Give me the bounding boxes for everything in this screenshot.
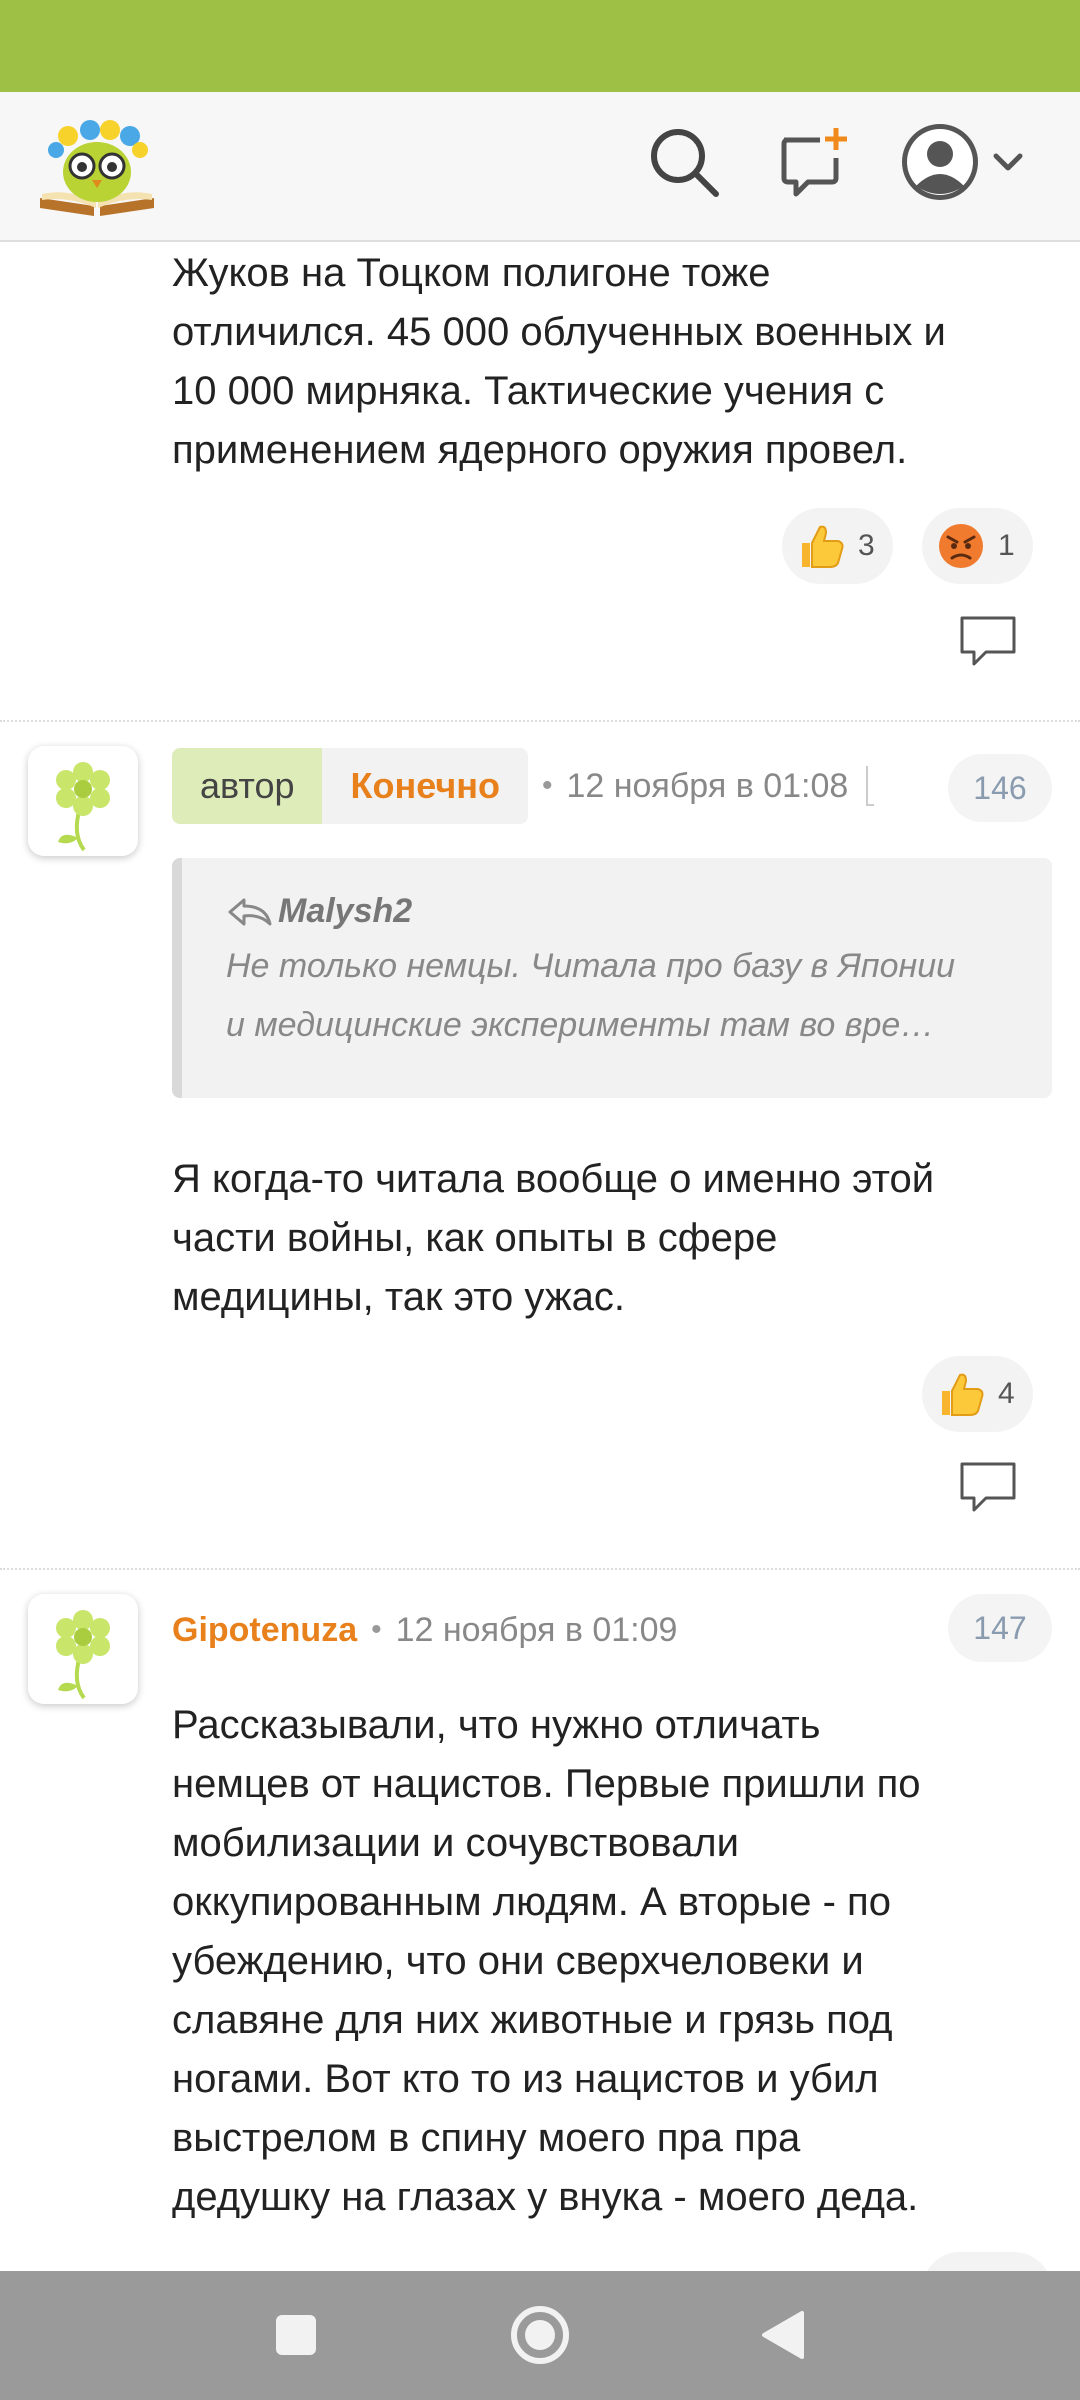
comment-divider bbox=[0, 720, 1080, 722]
text-line: отличился. 45 000 облученных военных и bbox=[172, 310, 946, 354]
system-nav-bar bbox=[0, 2271, 1080, 2400]
text-line: славяне для них животные и грязь под bbox=[172, 1998, 893, 2042]
avatar[interactable] bbox=[28, 1594, 138, 1704]
chevron-down-icon bbox=[993, 153, 1023, 171]
thumbs-up-icon bbox=[936, 1369, 986, 1419]
owl-reading-book-logo[interactable] bbox=[34, 110, 160, 222]
author-role-label: автор bbox=[172, 748, 323, 824]
square-recents-icon[interactable] bbox=[260, 2299, 332, 2371]
text-line: оккупированным людям. А вторые - по bbox=[172, 1880, 891, 1924]
thumbs-up-icon bbox=[796, 521, 846, 571]
quote-text-line: Не только немцы. Читала про базу в Япони… bbox=[226, 947, 956, 985]
circle-home-icon[interactable] bbox=[504, 2299, 576, 2371]
reaction-thumbs-up[interactable]: 3 bbox=[782, 508, 893, 584]
text-line: ногами. Вот кто то из нацистов и убил bbox=[172, 2057, 879, 2101]
text-line: медицины, так это ужас. bbox=[172, 1275, 625, 1319]
comment-time: 12 ноября в 01:08 bbox=[566, 766, 849, 805]
comment-text: Рассказывали, что нужно отличать немцев … bbox=[172, 1696, 921, 2227]
reply-arrow-icon bbox=[228, 898, 272, 925]
edit-marker bbox=[866, 766, 875, 806]
text-line: выстрелом в спину моего пра пра bbox=[172, 2116, 801, 2160]
quote-text-line: и медицинские эксперименты там во вре… bbox=[226, 1006, 935, 1044]
new-message-plus-icon[interactable] bbox=[774, 122, 854, 202]
comment-text: Жуков на Тоцком полигоне тоже отличился.… bbox=[172, 244, 946, 480]
comment-number-badge[interactable]: 147 bbox=[948, 1594, 1052, 1662]
username[interactable]: Gipotenuza bbox=[172, 1611, 357, 1650]
username[interactable]: Конечно bbox=[322, 748, 528, 824]
text-line: мобилизации и сочувствовали bbox=[172, 1821, 739, 1865]
comment-number-badge[interactable]: 146 bbox=[948, 754, 1052, 822]
text-line: 10 000 мирняка. Тактические учения с bbox=[172, 369, 885, 413]
text-line: части войны, как опыты в сфере bbox=[172, 1216, 778, 1260]
text-line: дедушку на глазах у внука - моего деда. bbox=[172, 2175, 919, 2219]
reaction-angry[interactable]: 1 bbox=[922, 508, 1033, 584]
text-line: убеждению, что они сверхчеловеки и bbox=[172, 1939, 864, 1983]
quote-author-name: Malysh2 bbox=[278, 892, 413, 930]
quoted-reply[interactable]: Malysh2 Не только немцы. Читала про базу… bbox=[172, 858, 1052, 1098]
text-line: немцев от нацистов. Первые пришли по bbox=[172, 1762, 921, 1806]
separator-dot: • bbox=[541, 769, 553, 802]
reaction-count: 3 bbox=[858, 529, 875, 562]
reaction-thumbs-up[interactable]: 4 bbox=[922, 1356, 1033, 1432]
reaction-count: 1 bbox=[998, 529, 1015, 562]
comment-meta: Gipotenuza • 12 ноября в 01:09 bbox=[172, 1592, 677, 1668]
reply-icon[interactable] bbox=[956, 1458, 1020, 1518]
avatar[interactable] bbox=[28, 746, 138, 856]
comment-meta: автор Конечно • 12 ноября в 01:08 bbox=[172, 748, 875, 824]
app-header bbox=[0, 92, 1080, 242]
comment-time: 12 ноября в 01:09 bbox=[395, 1610, 678, 1649]
author-badge[interactable]: автор Конечно bbox=[172, 748, 528, 824]
angry-face-icon bbox=[936, 521, 986, 571]
quote-author: Malysh2 bbox=[226, 892, 1052, 931]
text-line: Жуков на Тоцком полигоне тоже bbox=[172, 251, 771, 295]
separator-dot: • bbox=[371, 1613, 382, 1646]
search-icon[interactable] bbox=[644, 122, 724, 202]
reaction-count: 4 bbox=[998, 1377, 1015, 1410]
text-line: Я когда-то читала вообще о именно этой bbox=[172, 1157, 935, 1201]
triangle-back-icon[interactable] bbox=[748, 2299, 820, 2371]
text-line: Рассказывали, что нужно отличать bbox=[172, 1703, 821, 1747]
user-avatar-icon[interactable] bbox=[900, 122, 1030, 202]
reply-icon[interactable] bbox=[956, 612, 1020, 672]
comment-text: Я когда-то читала вообще о именно этой ч… bbox=[172, 1150, 934, 1327]
status-bar bbox=[0, 0, 1080, 92]
text-line: применением ядерного оружия провел. bbox=[172, 428, 908, 472]
comment-divider bbox=[0, 1568, 1080, 1570]
